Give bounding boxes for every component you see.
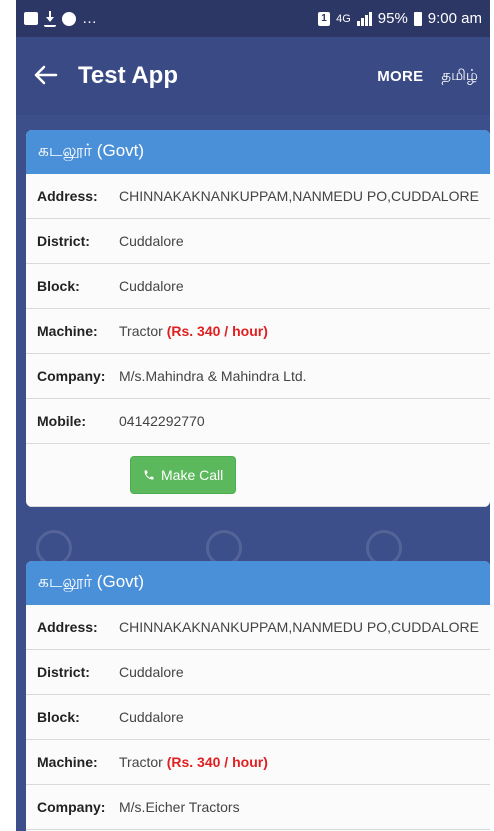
address-label: Address: bbox=[37, 188, 98, 204]
more-notifications-indicator: … bbox=[82, 10, 98, 27]
block-value: Cuddalore bbox=[119, 278, 184, 294]
battery-icon bbox=[413, 11, 422, 26]
machine-row: Machine: Tractor (Rs. 340 / hour) bbox=[26, 309, 490, 354]
signal-icon bbox=[356, 11, 372, 26]
gallery-notification-icon bbox=[24, 12, 38, 25]
app-title: Test App bbox=[78, 62, 178, 89]
mobile-row: Mobile: 04142292770 bbox=[26, 399, 490, 444]
company-label: Company: bbox=[37, 368, 106, 384]
mobile-label: Mobile: bbox=[37, 413, 86, 429]
block-row: Block: Cuddalore bbox=[26, 695, 490, 740]
address-row: Address: CHINNAKAKNANKUPPAM,NANMEDU PO,C… bbox=[26, 605, 490, 650]
machine-value: Tractor (Rs. 340 / hour) bbox=[119, 754, 268, 770]
status-bar: … 1 4G 95% 9:00 am bbox=[16, 0, 490, 37]
block-label: Block: bbox=[37, 278, 80, 294]
district-row: District: Cuddalore bbox=[26, 650, 490, 695]
more-button[interactable]: MORE bbox=[377, 68, 423, 85]
address-row: Address: CHINNAKAKNANKUPPAM,NANMEDU PO,C… bbox=[26, 174, 490, 219]
machine-rate: (Rs. 340 / hour) bbox=[166, 754, 268, 770]
address-value: CHINNAKAKNANKUPPAM,NANMEDU PO,CUDDALORE bbox=[119, 188, 479, 204]
sim-icon: 1 bbox=[318, 11, 331, 26]
machine-card: கடலூர் (Govt) Address: CHINNAKAKNANKUPPA… bbox=[26, 130, 490, 507]
make-call-label: Make Call bbox=[161, 467, 224, 483]
district-value: Cuddalore bbox=[119, 664, 184, 680]
machine-rate: (Rs. 340 / hour) bbox=[166, 323, 268, 339]
machine-label: Machine: bbox=[37, 754, 98, 770]
district-label: District: bbox=[37, 233, 90, 249]
back-arrow-icon[interactable] bbox=[16, 63, 76, 89]
company-row: Company: M/s.Eicher Tractors bbox=[26, 785, 490, 830]
battery-percent: 95% bbox=[377, 10, 408, 27]
back-arrow-icon bbox=[34, 65, 58, 85]
district-value: Cuddalore bbox=[119, 233, 184, 249]
machine-value: Tractor (Rs. 340 / hour) bbox=[119, 323, 268, 339]
machine-type: Tractor bbox=[119, 754, 163, 770]
download-notification-icon bbox=[44, 10, 56, 27]
company-value: M/s.Eicher Tractors bbox=[119, 799, 240, 815]
card-header: கடலூர் (Govt) bbox=[26, 561, 490, 605]
district-label: District: bbox=[37, 664, 90, 680]
card-header: கடலூர் (Govt) bbox=[26, 130, 490, 174]
phone-icon bbox=[144, 470, 154, 480]
address-label: Address: bbox=[37, 619, 98, 635]
block-row: Block: Cuddalore bbox=[26, 264, 490, 309]
block-label: Block: bbox=[37, 709, 80, 725]
call-notification-icon bbox=[62, 11, 76, 26]
machine-label: Machine: bbox=[37, 323, 98, 339]
address-value: CHINNAKAKNANKUPPAM,NANMEDU PO,CUDDALORE bbox=[119, 619, 479, 635]
block-value: Cuddalore bbox=[119, 709, 184, 725]
company-label: Company: bbox=[37, 799, 106, 815]
network-type-label: 4G bbox=[336, 12, 351, 25]
company-value: M/s.Mahindra & Mahindra Ltd. bbox=[119, 368, 307, 384]
mobile-value: 04142292770 bbox=[119, 413, 205, 429]
company-row: Company: M/s.Mahindra & Mahindra Ltd. bbox=[26, 354, 490, 399]
clock: 9:00 am bbox=[427, 10, 482, 27]
language-toggle-button[interactable]: தமிழ் bbox=[441, 67, 478, 86]
make-call-button[interactable]: Make Call bbox=[130, 456, 237, 494]
app-bar: Test App MORE தமிழ் bbox=[16, 37, 490, 115]
machine-row: Machine: Tractor (Rs. 340 / hour) bbox=[26, 740, 490, 785]
call-row: Make Call bbox=[26, 444, 490, 507]
machine-type: Tractor bbox=[119, 323, 163, 339]
machine-card: கடலூர் (Govt) Address: CHINNAKAKNANKUPPA… bbox=[26, 561, 490, 831]
district-row: District: Cuddalore bbox=[26, 219, 490, 264]
app-screen: … 1 4G 95% 9:00 am Test App MORE தமிழ் க… bbox=[16, 0, 490, 831]
